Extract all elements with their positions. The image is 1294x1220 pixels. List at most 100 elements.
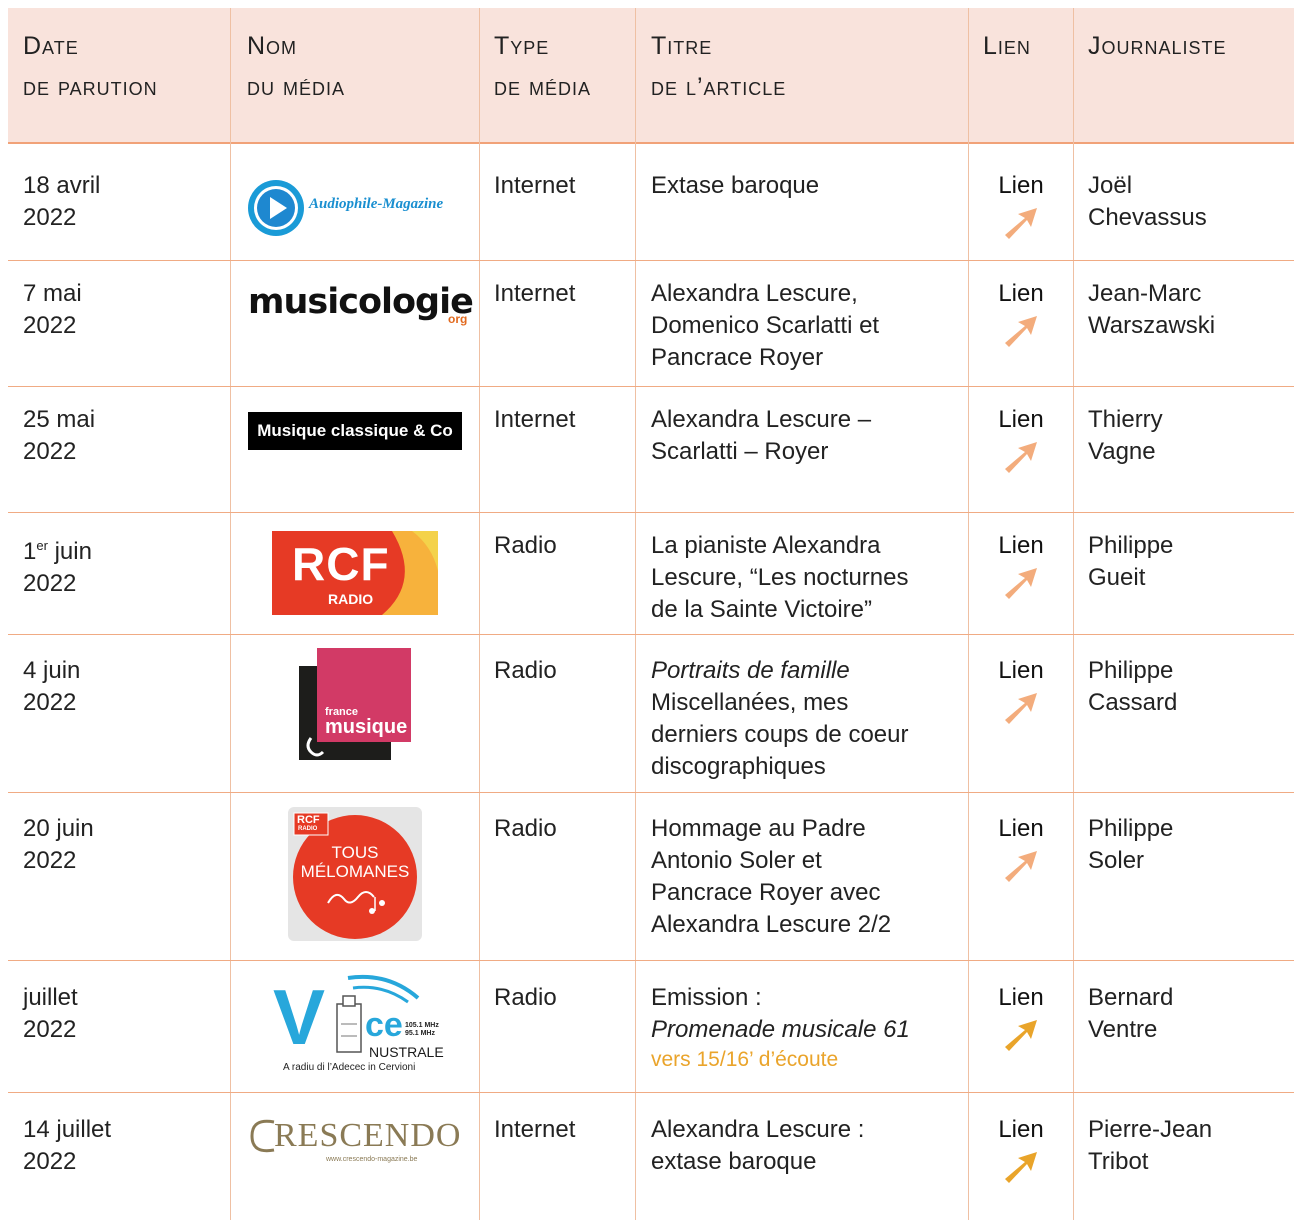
journalist-line: Pierre-Jean	[1088, 1116, 1213, 1143]
logo-tagline: A radiu di l’Adecec in Cervioni	[283, 1062, 416, 1073]
link-label[interactable]: Lien	[983, 404, 1059, 436]
logo-freq: 95.1 MHz	[405, 1030, 435, 1037]
date-line: 20 juin	[23, 815, 94, 842]
row6-link[interactable]: Lien	[983, 813, 1059, 885]
journalist-line: Cassard	[1088, 689, 1178, 716]
row-sep	[8, 634, 1294, 635]
col-sep	[968, 8, 969, 1220]
arrow-up-right-icon[interactable]	[1003, 1018, 1039, 1054]
journalist-line: Soler	[1088, 847, 1145, 874]
logo-badge-sub: RADIO	[298, 826, 318, 832]
row8-link[interactable]: Lien	[983, 1114, 1059, 1186]
link-label[interactable]: Lien	[983, 530, 1059, 562]
title-line: Alexandra Lescure –	[651, 406, 872, 433]
row-sep	[8, 1092, 1294, 1093]
header-media: Nom du média	[247, 26, 345, 108]
row1-date: 18 avril 2022	[23, 170, 100, 234]
year-line: 2022	[23, 312, 77, 339]
row2-type: Internet	[494, 280, 576, 307]
crescendo-logo: RESCENDO www.crescendo-magazine.be	[248, 1112, 464, 1164]
row6-type: Radio	[494, 815, 557, 842]
title-line: Hommage au Padre	[651, 815, 866, 842]
link-label[interactable]: Lien	[983, 655, 1059, 687]
row1-title: Extase baroque	[651, 170, 819, 202]
row5-journalist: Philippe Cassard	[1088, 655, 1177, 719]
row8-journalist: Pierre-Jean Tribot	[1088, 1114, 1212, 1178]
title-line: La pianiste Alexandra	[651, 532, 881, 559]
journalist-line: Warszawski	[1088, 312, 1216, 339]
row-sep	[8, 386, 1294, 387]
arrow-up-right-icon[interactable]	[1003, 566, 1039, 602]
logo-freq: 105.1 MHz	[405, 1022, 439, 1029]
header-date-l1: Date	[23, 32, 79, 60]
header-link-l1: Lien	[983, 32, 1031, 60]
row4-title: La pianiste Alexandra Lescure, “Les noct…	[651, 530, 908, 626]
journalist-line: Chevassus	[1088, 204, 1207, 231]
header-link: Lien	[983, 26, 1031, 67]
row4-link[interactable]: Lien	[983, 530, 1059, 602]
date-line: 7 mai	[23, 280, 82, 307]
title-line: Emission :	[651, 984, 762, 1011]
header-journalist-l1: Journaliste	[1088, 32, 1227, 60]
logo-line: TOUS	[331, 843, 379, 862]
row8-date: 14 juillet 2022	[23, 1114, 111, 1178]
row7-date: juillet 2022	[23, 982, 78, 1046]
row3-link[interactable]: Lien	[983, 404, 1059, 476]
row1-link[interactable]: Lien	[983, 170, 1059, 242]
row7-title: Emission : Promenade musicale 61 vers 15…	[651, 982, 910, 1074]
date-sup: er	[36, 538, 48, 553]
rcf-radio-logo: RCF RADIO	[272, 531, 438, 615]
title-line: discographiques	[651, 753, 826, 780]
france-musique-shape	[299, 648, 411, 760]
link-label[interactable]: Lien	[983, 1114, 1059, 1146]
date-line: 1er juin	[23, 530, 92, 568]
journalist-line: Philippe	[1088, 815, 1174, 842]
date-line: juillet	[23, 984, 78, 1011]
logo-sub: RADIO	[328, 591, 374, 607]
row3-date: 25 mai 2022	[23, 404, 95, 468]
arrow-up-right-icon[interactable]	[1003, 314, 1039, 350]
row5-title: Portraits de famille Miscellanées, mes d…	[651, 655, 908, 783]
header-type: Type de média	[494, 26, 591, 108]
header-journalist: Journaliste	[1088, 26, 1227, 67]
arrow-up-right-icon[interactable]	[1003, 206, 1039, 242]
header-media-l2: du média	[247, 73, 345, 101]
row6-journalist: Philippe Soler	[1088, 813, 1173, 877]
row2-title: Alexandra Lescure, Domenico Scarlatti et…	[651, 278, 879, 374]
press-table: Date de parution Nom du média Type de mé…	[8, 8, 1294, 1220]
audiophile-magazine-logo: Audiophile-Magazine	[246, 178, 466, 238]
row2-link[interactable]: Lien	[983, 278, 1059, 350]
header-type-l2: de média	[494, 73, 591, 101]
date-line: 25 mai	[23, 406, 96, 433]
row7-type: Radio	[494, 984, 557, 1011]
logo-badge: RCF	[297, 814, 320, 826]
link-label[interactable]: Lien	[983, 813, 1059, 845]
date-month: juin	[47, 538, 92, 565]
arrow-up-right-icon[interactable]	[1003, 691, 1039, 727]
journalist-line: Thierry	[1088, 406, 1163, 433]
journalist-line: Philippe	[1088, 657, 1174, 684]
link-label[interactable]: Lien	[983, 982, 1059, 1014]
arrow-up-right-icon[interactable]	[1003, 849, 1039, 885]
logo-url: www.crescendo-magazine.be	[326, 1156, 418, 1163]
link-label[interactable]: Lien	[983, 278, 1059, 310]
year-line: 2022	[23, 570, 77, 597]
row2-date: 7 mai 2022	[23, 278, 82, 342]
link-label[interactable]: Lien	[983, 170, 1059, 202]
title-line: Miscellanées, mes	[651, 689, 849, 716]
title-line: Scarlatti – Royer	[651, 438, 829, 465]
arrow-up-right-icon[interactable]	[1003, 440, 1039, 476]
arrow-up-right-icon[interactable]	[1003, 1150, 1039, 1186]
date-line: 18 avril	[23, 172, 101, 199]
row7-link[interactable]: Lien	[983, 982, 1059, 1054]
logo-sub: org	[448, 312, 468, 326]
row5-link[interactable]: Lien	[983, 655, 1059, 727]
journalist-line: Ventre	[1088, 1016, 1158, 1043]
journalist-line: Joël	[1088, 172, 1133, 199]
row1-type: Internet	[494, 172, 576, 199]
row3-title: Alexandra Lescure – Scarlatti – Royer	[651, 404, 871, 468]
row2-journalist: Jean-Marc Warszawski	[1088, 278, 1215, 342]
date-line: 14 juillet	[23, 1116, 112, 1143]
row-sep	[8, 260, 1294, 261]
year-line: 2022	[23, 204, 77, 231]
